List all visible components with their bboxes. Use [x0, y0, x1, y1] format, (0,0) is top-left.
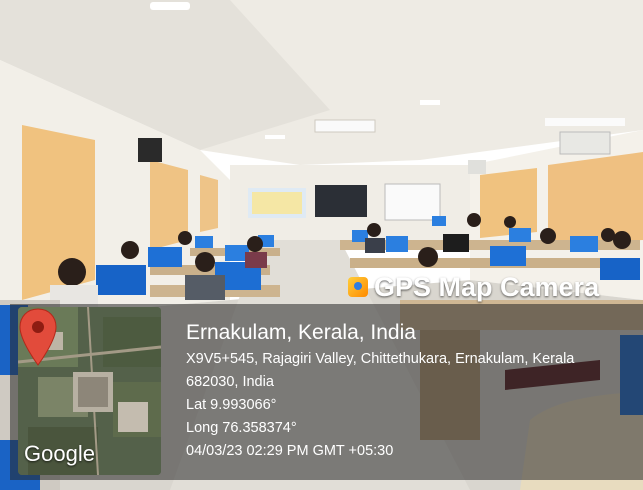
address-line-1: X9V5+545, Rajagiri Valley, Chittethukara…	[186, 351, 575, 367]
gps-map-camera-app-icon	[348, 277, 368, 297]
map-thumbnail: Google	[18, 307, 161, 475]
place-name: Ernakulam, Kerala, India	[186, 321, 416, 344]
google-logo: Google	[24, 441, 95, 466]
map-pin-icon	[19, 308, 57, 366]
datetime: 04/03/23 02:29 PM GMT +05:30	[186, 443, 394, 459]
latitude: Lat 9.993066°	[186, 397, 277, 413]
longitude: Long 76.358374°	[186, 420, 297, 436]
address-line-2: 682030, India	[186, 374, 274, 390]
app-name: GPS Map Camera	[374, 271, 600, 302]
location-details: Ernakulam, Kerala, India X9V5+545, Rajag…	[186, 320, 574, 463]
gps-map-camera-watermark: GPS Map Camera	[348, 270, 599, 304]
